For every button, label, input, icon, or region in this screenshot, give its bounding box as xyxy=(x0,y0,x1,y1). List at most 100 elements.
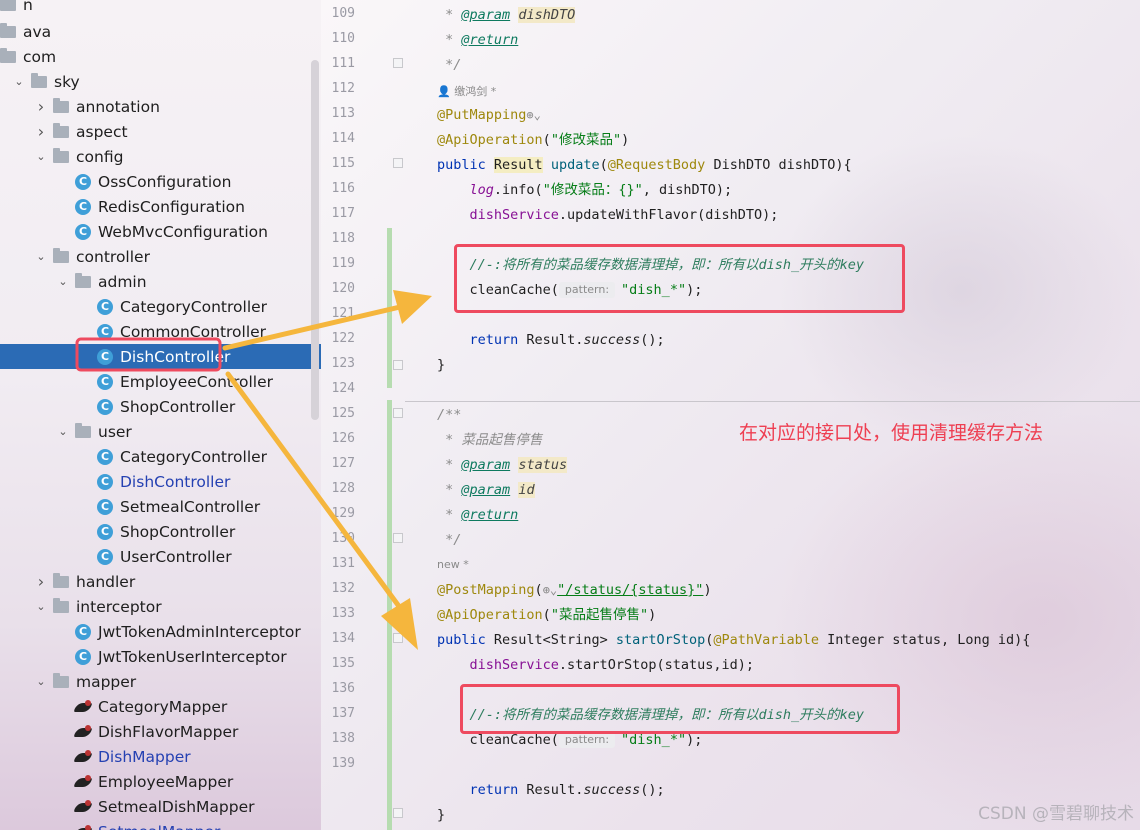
chevron-down-icon[interactable]: ⌄ xyxy=(12,75,26,88)
string-token[interactable]: "/status/{status}" xyxy=(557,582,703,598)
code-line-130[interactable]: @PostMapping(⊕⌄"/status/{status}") xyxy=(437,579,712,601)
tree-item[interactable]: C WebMvcConfiguration xyxy=(0,219,321,244)
line-number: 134 xyxy=(331,631,355,646)
code-line-125[interactable]: * 菜品起售停售 xyxy=(437,429,542,451)
tree-item[interactable]: › aspect xyxy=(0,119,321,144)
mybatis-mapper-icon xyxy=(75,699,93,714)
fold-icon[interactable] xyxy=(393,158,403,168)
tree-item[interactable]: C CommonController xyxy=(0,319,321,344)
tree-item[interactable]: DishFlavorMapper xyxy=(0,719,321,744)
tree-item[interactable]: SetmealDishMapper xyxy=(0,794,321,819)
annotation-caption: 在对应的接口处，使用清理缓存方法 xyxy=(739,422,1044,444)
code-line-127[interactable]: * @param id xyxy=(437,479,535,501)
code-line-115[interactable]: log.info("修改菜品：{}", dishDTO); xyxy=(437,179,733,201)
endpoint-globe-icon[interactable]: ⊕⌄ xyxy=(526,108,540,122)
tree-item-label: n xyxy=(23,0,33,14)
java-class-icon: C xyxy=(97,373,113,390)
line-number: 136 xyxy=(331,681,355,696)
tree-item[interactable]: C DishController xyxy=(0,344,321,369)
chevron-down-icon[interactable]: ⌄ xyxy=(56,425,70,438)
tree-item[interactable]: DishMapper xyxy=(0,744,321,769)
tree-item[interactable]: C DishController xyxy=(0,469,321,494)
chevron-right-icon[interactable]: › xyxy=(34,97,48,116)
fold-icon[interactable] xyxy=(393,633,403,643)
code-line-122[interactable]: } xyxy=(437,354,445,376)
author-inlay-hint[interactable]: 👤 缴鸿剑 * xyxy=(437,83,496,99)
code-line-121[interactable]: return Result.success(); xyxy=(437,329,665,351)
tree-scrollbar[interactable] xyxy=(311,60,319,420)
author-inlay-hint[interactable]: new * xyxy=(437,558,469,571)
code-line-112[interactable]: @PutMapping⊕⌄ xyxy=(437,104,541,126)
vcs-change-marker[interactable] xyxy=(387,400,392,830)
tree-item[interactable]: ⌄ controller xyxy=(0,244,321,269)
chevron-down-icon[interactable]: ⌄ xyxy=(34,150,48,163)
tree-item[interactable]: C JwtTokenUserInterceptor xyxy=(0,644,321,669)
java-class-icon: C xyxy=(97,523,113,540)
tree-item-label: DishMapper xyxy=(98,747,191,766)
code-line-128[interactable]: * @return xyxy=(437,504,518,526)
endpoint-globe-icon[interactable]: ⊕⌄ xyxy=(543,583,557,597)
line-number: 118 xyxy=(331,231,355,246)
tree-item[interactable]: C SetmealController xyxy=(0,494,321,519)
tree-item[interactable]: C ShopController xyxy=(0,394,321,419)
chevron-down-icon[interactable]: ⌄ xyxy=(34,600,48,613)
chevron-right-icon[interactable]: › xyxy=(34,572,48,591)
tree-item[interactable]: n xyxy=(0,0,321,17)
code-line-138[interactable]: return Result.success(); xyxy=(437,779,665,801)
code-line-131[interactable]: @ApiOperation("菜品起售停售") xyxy=(437,604,656,626)
tree-item[interactable]: C EmployeeController xyxy=(0,369,321,394)
code-line-129[interactable]: */ xyxy=(437,529,461,551)
tree-item[interactable]: ⌄ user xyxy=(0,419,321,444)
highlight-box-startorstop xyxy=(460,684,900,734)
chevron-down-icon[interactable]: ⌄ xyxy=(56,275,70,288)
tree-item[interactable]: C CategoryController xyxy=(0,444,321,469)
code-line-109[interactable]: * @param dishDTO xyxy=(437,4,576,26)
tree-item[interactable]: ⌄ admin xyxy=(0,269,321,294)
code-line-139[interactable]: } xyxy=(437,804,445,826)
code-line-116[interactable]: dishService.updateWithFlavor(dishDTO); xyxy=(437,204,779,226)
tree-item[interactable]: ⌄ interceptor xyxy=(0,594,321,619)
line-number: 128 xyxy=(331,481,355,496)
project-tree-panel[interactable]: n ava com ⌄ sky › annotation › aspect ⌄ config C Oss… xyxy=(0,0,321,830)
doc-text: */ xyxy=(437,57,462,73)
fold-icon[interactable] xyxy=(393,58,403,68)
tree-item[interactable]: ⌄ config xyxy=(0,144,321,169)
tree-item[interactable]: › annotation xyxy=(0,94,321,119)
chevron-down-icon[interactable]: ⌄ xyxy=(34,250,48,263)
tree-item[interactable]: CategoryMapper xyxy=(0,694,321,719)
code-editor[interactable]: 109 110 111 112 113 114 115 116 117 118 119 120 121 1… xyxy=(321,0,1140,830)
tree-item[interactable]: ⌄ mapper xyxy=(0,669,321,694)
tree-item[interactable]: ava xyxy=(0,19,321,44)
code-line-126[interactable]: * @param status xyxy=(437,454,568,476)
tree-item[interactable]: com xyxy=(0,44,321,69)
tree-item[interactable]: C ShopController xyxy=(0,519,321,544)
tree-item-label: com xyxy=(23,47,57,66)
code-token: Result. xyxy=(518,782,584,798)
fold-icon[interactable] xyxy=(393,360,403,370)
tree-item[interactable]: ⌄ sky xyxy=(0,69,321,94)
code-line-133[interactable]: dishService.startOrStop(status,id); xyxy=(437,654,754,676)
chevron-down-icon[interactable]: ⌄ xyxy=(34,675,48,688)
code-line-111[interactable]: */ xyxy=(437,54,461,76)
tree-item[interactable]: EmployeeMapper xyxy=(0,769,321,794)
code-line-113[interactable]: @ApiOperation("修改菜品") xyxy=(437,129,629,151)
code-line-110[interactable]: * @return xyxy=(437,29,518,51)
tree-item[interactable]: C UserController xyxy=(0,544,321,569)
tree-item[interactable]: C JwtTokenAdminInterceptor xyxy=(0,619,321,644)
tree-item[interactable]: C CategoryController xyxy=(0,294,321,319)
code-line-124[interactable]: /** xyxy=(437,404,461,426)
code-line-114[interactable]: public Result update(@RequestBody DishDT… xyxy=(437,154,852,176)
vcs-change-marker[interactable] xyxy=(387,228,392,388)
fold-icon[interactable] xyxy=(393,808,403,818)
code-line-132[interactable]: public Result<String> startOrStop(@PathV… xyxy=(437,629,1030,651)
fold-icon[interactable] xyxy=(393,533,403,543)
tree-item[interactable]: › handler xyxy=(0,569,321,594)
tree-item[interactable]: C OssConfiguration xyxy=(0,169,321,194)
fold-icon[interactable] xyxy=(393,408,403,418)
doc-text: * 菜品起售停售 xyxy=(437,432,543,448)
chevron-right-icon[interactable]: › xyxy=(34,122,48,141)
tree-item[interactable]: C RedisConfiguration xyxy=(0,194,321,219)
line-number: 133 xyxy=(331,606,355,621)
tree-item[interactable]: SetmealMapper xyxy=(0,819,321,830)
method-name-token: update xyxy=(550,157,600,173)
